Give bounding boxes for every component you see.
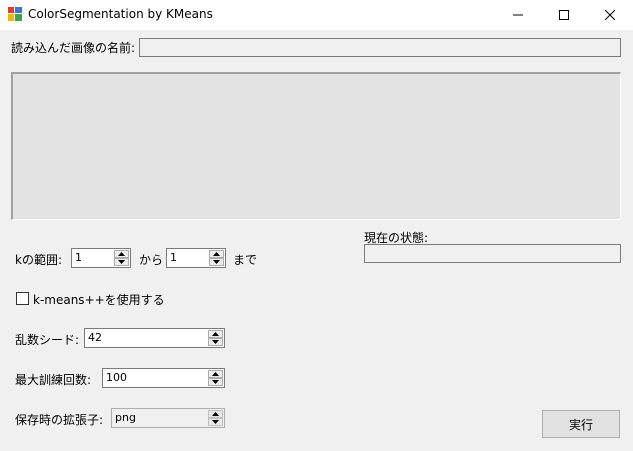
max-iter-stepper[interactable]: 100 <box>102 368 225 388</box>
window-title: ColorSegmentation by KMeans <box>28 7 213 21</box>
seed-label: 乱数シード: <box>15 333 80 347</box>
file-name-field[interactable] <box>139 38 621 57</box>
triangle-up-icon <box>212 412 219 416</box>
triangle-down-icon <box>212 420 219 424</box>
extension-value: png <box>115 411 136 424</box>
close-icon <box>605 10 615 20</box>
k-range-label: kの範囲: <box>15 253 62 267</box>
k-to-up-button[interactable] <box>209 250 224 258</box>
seed-up-button[interactable] <box>208 330 223 338</box>
minimize-button[interactable] <box>495 0 541 30</box>
kmeanspp-checkbox[interactable] <box>16 292 29 305</box>
kmeanspp-label: k-means++を使用する <box>33 293 165 307</box>
status-field[interactable] <box>364 244 621 263</box>
k-to-down-button[interactable] <box>209 258 224 266</box>
k-from-stepper[interactable]: 1 <box>71 248 131 268</box>
extension-down-button[interactable] <box>208 418 223 426</box>
extension-up-button[interactable] <box>208 410 223 418</box>
triangle-down-icon <box>213 260 220 264</box>
max-iter-value: 100 <box>106 371 127 384</box>
k-from-down-button[interactable] <box>114 258 129 266</box>
triangle-down-icon <box>212 340 219 344</box>
k-from-text: から <box>139 253 164 267</box>
seed-value: 42 <box>88 331 102 344</box>
max-iter-up-button[interactable] <box>208 370 223 378</box>
file-name-label: 読み込んだ画像の名前: <box>11 41 136 55</box>
triangle-up-icon <box>212 372 219 376</box>
triangle-down-icon <box>212 380 219 384</box>
run-button[interactable]: 実行 <box>542 410 620 438</box>
k-to-value: 1 <box>170 251 177 264</box>
title-bar: ColorSegmentation by KMeans <box>0 0 633 30</box>
triangle-up-icon <box>118 252 125 256</box>
app-icon <box>8 7 22 21</box>
image-display <box>11 72 621 220</box>
k-to-stepper[interactable]: 1 <box>166 248 226 268</box>
triangle-down-icon <box>118 260 125 264</box>
minimize-icon <box>513 14 523 16</box>
extension-select[interactable]: png <box>111 408 225 428</box>
triangle-up-icon <box>212 332 219 336</box>
extension-label: 保存時の拡張子: <box>15 413 104 427</box>
maximize-icon <box>559 10 569 20</box>
seed-stepper[interactable]: 42 <box>84 328 225 348</box>
max-iter-down-button[interactable] <box>208 378 223 386</box>
close-button[interactable] <box>587 0 633 30</box>
run-button-label: 実行 <box>568 417 593 432</box>
maximize-button[interactable] <box>541 0 587 30</box>
k-from-value: 1 <box>75 251 82 264</box>
seed-down-button[interactable] <box>208 338 223 346</box>
k-to-text: まで <box>233 253 258 267</box>
triangle-up-icon <box>213 252 220 256</box>
max-iter-label: 最大訓練回数: <box>15 373 92 387</box>
k-from-up-button[interactable] <box>114 250 129 258</box>
